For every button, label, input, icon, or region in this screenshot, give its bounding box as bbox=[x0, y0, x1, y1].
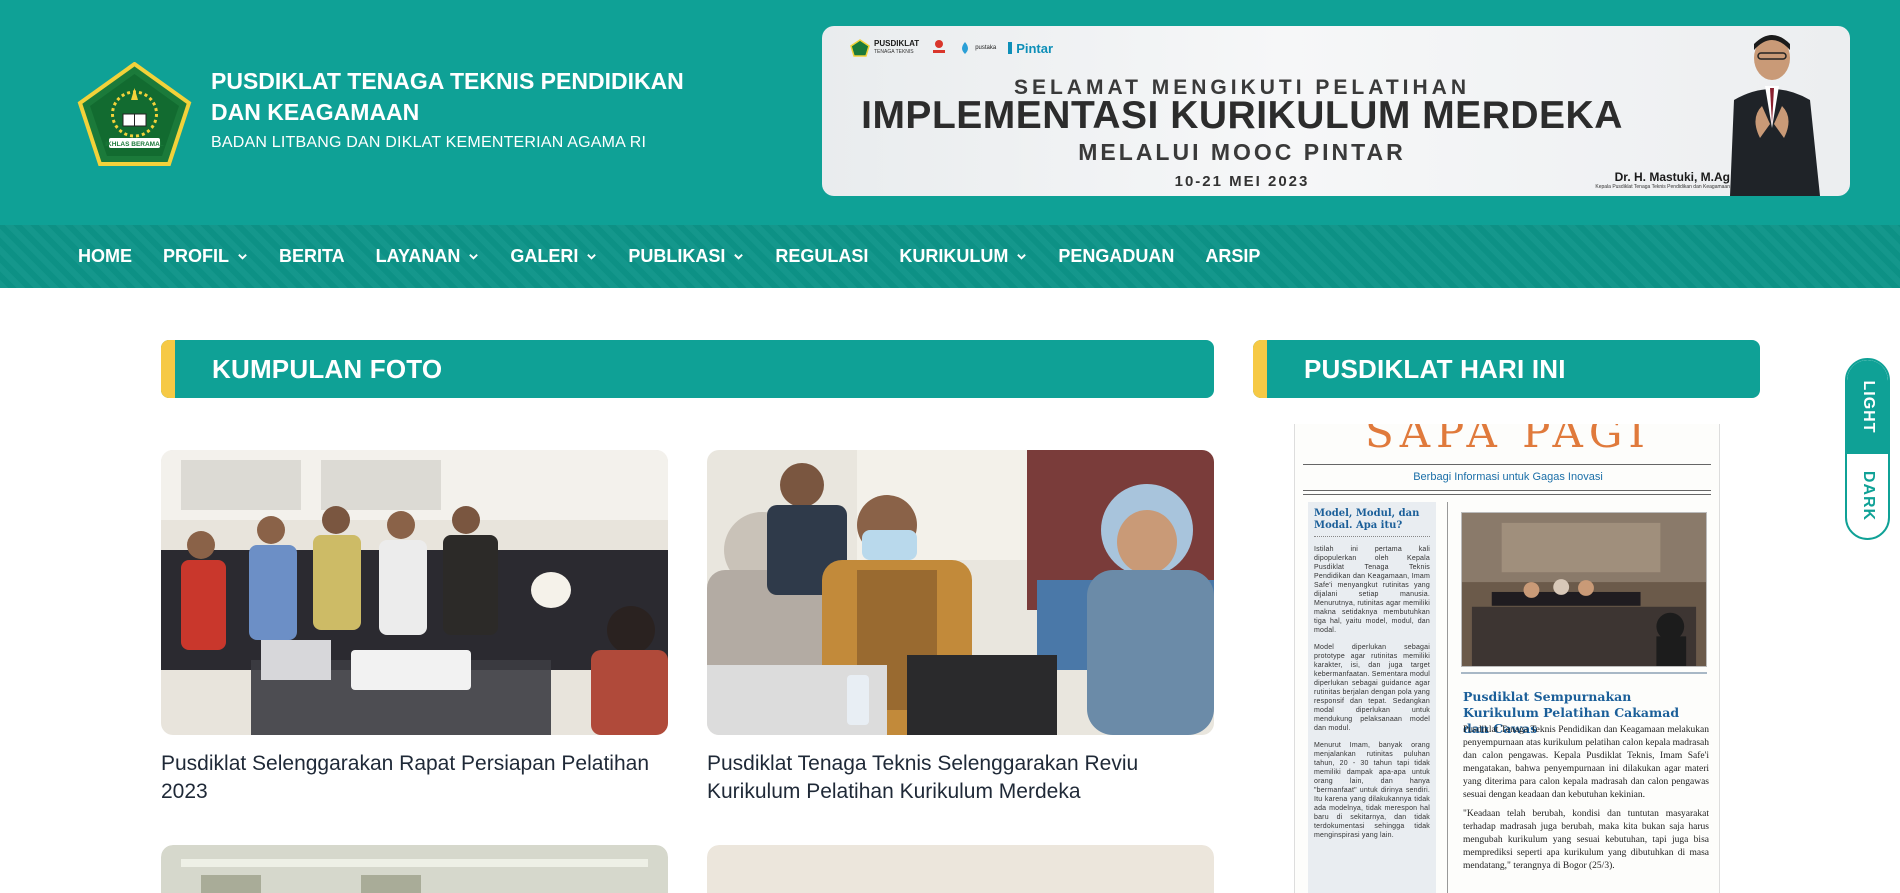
chevron-down-icon bbox=[734, 254, 744, 260]
divider bbox=[1303, 464, 1711, 465]
theme-toggle[interactable]: LIGHT DARK bbox=[1845, 358, 1890, 540]
accent-bar bbox=[1253, 340, 1267, 398]
gallery-photo-review[interactable] bbox=[707, 450, 1214, 735]
sipeka-icon bbox=[933, 40, 946, 53]
gallery-photo-meeting[interactable] bbox=[161, 450, 668, 735]
svg-text:IKHLAS BERAMAL: IKHLAS BERAMAL bbox=[105, 141, 164, 148]
nav-item-profil[interactable]: PROFIL bbox=[163, 246, 248, 267]
banner-date: 10-21 MEI 2023 bbox=[1174, 173, 1310, 190]
accent-bar bbox=[161, 340, 175, 398]
photo-underline bbox=[1461, 672, 1707, 674]
site-subtitle: BADAN LITBANG DAN DIKLAT KEMENTERIAN AGA… bbox=[211, 134, 647, 151]
newsletter-body: Pusdiklat Tenaga Teknis Pendidikan dan K… bbox=[1463, 724, 1709, 873]
gallery-card[interactable]: Pusdiklat Tenaga Teknis Selenggarakan Re… bbox=[707, 450, 1214, 806]
chevron-down-icon bbox=[469, 254, 479, 260]
gallery-card[interactable]: Pusdiklat Selenggarakan Rapat Persiapan … bbox=[161, 450, 668, 806]
gallery-photo[interactable] bbox=[707, 845, 1214, 893]
section-title: KUMPULAN FOTO bbox=[212, 354, 443, 384]
nav-item-galeri[interactable]: GALERI bbox=[510, 246, 597, 267]
nav-item-berita[interactable]: BERITA bbox=[279, 246, 345, 267]
nav-item-arsip[interactable]: ARSIP bbox=[1205, 246, 1260, 267]
newsletter-masthead: SAPA PAGI bbox=[1364, 424, 1652, 457]
nav-item-layanan[interactable]: LAYANAN bbox=[376, 246, 480, 267]
section-header-pusdiklat-hari-ini: PUSDIKLAT HARI INI bbox=[1253, 340, 1760, 398]
divider bbox=[1303, 494, 1711, 495]
banner-logos: PUSDIKLAT TENAGA TEKNIS pustaka Pintar bbox=[850, 38, 1053, 58]
pintar-logo: Pintar bbox=[1008, 41, 1053, 56]
column-paragraph: Menurut Imam, banyak orang menjalankan r… bbox=[1314, 742, 1430, 839]
site-header: IKHLAS BERAMAL PUSDIKLAT TENAGA TEKNIS P… bbox=[0, 0, 1900, 225]
pustaka-icon bbox=[962, 42, 969, 54]
nav-item-home[interactable]: HOME bbox=[78, 246, 132, 267]
body-paragraph: "Keadaan telah berubah, kondisi dan tunt… bbox=[1463, 809, 1709, 871]
column-heading: Model, Modul, dan Modal. Apa itu? bbox=[1314, 508, 1420, 531]
main-nav: HOME PROFIL BERITA LAYANAN GALERI PUBLIK… bbox=[0, 225, 1900, 288]
nav-item-publikasi[interactable]: PUBLIKASI bbox=[628, 246, 744, 267]
body-paragraph: Pusdiklat Tenaga Teknis Pendidikan dan K… bbox=[1463, 725, 1709, 800]
gallery-card[interactable] bbox=[707, 845, 1214, 893]
banner-line-3: MELALUI MOOC PINTAR bbox=[1078, 139, 1406, 165]
nav-item-pengaduan[interactable]: PENGADUAN bbox=[1058, 246, 1174, 267]
gallery-photo[interactable] bbox=[161, 845, 668, 893]
gallery-caption[interactable]: Pusdiklat Selenggarakan Rapat Persiapan … bbox=[161, 750, 668, 806]
chevron-down-icon bbox=[1017, 254, 1027, 260]
kemenag-logo-icon[interactable]: IKHLAS BERAMAL bbox=[77, 62, 192, 166]
person-portrait-image bbox=[1730, 35, 1820, 196]
column-paragraph: Istilah ini pertama kali dipopulerkan ol… bbox=[1314, 546, 1430, 634]
pustaka-logo: pustaka bbox=[959, 41, 996, 55]
chevron-down-icon bbox=[238, 254, 247, 260]
promo-banner[interactable]: PUSDIKLAT TENAGA TEKNIS pustaka Pintar SE… bbox=[822, 26, 1850, 196]
kemenag-small-icon bbox=[850, 39, 870, 57]
column-paragraph: Model diperlukan sebagai prototype agar … bbox=[1314, 644, 1430, 732]
newsletter-preview[interactable]: SAPA PAGI Berbagi Informasi untuk Gagas … bbox=[1294, 424, 1720, 893]
gallery-caption[interactable]: Pusdiklat Tenaga Teknis Selenggarakan Re… bbox=[707, 750, 1214, 806]
nav-item-kurikulum[interactable]: KURIKULUM bbox=[899, 246, 1027, 267]
banner-headline: IMPLEMENTASI KURIKULUM MERDEKA bbox=[861, 94, 1623, 137]
light-mode-button[interactable]: LIGHT bbox=[1847, 360, 1888, 454]
section-title: PUSDIKLAT HARI INI bbox=[1304, 354, 1566, 384]
chevron-down-icon bbox=[587, 254, 597, 260]
nav-item-regulasi[interactable]: REGULASI bbox=[775, 246, 868, 267]
column-divider bbox=[1447, 502, 1448, 893]
site-title[interactable]: PUSDIKLAT TENAGA TEKNIS PENDIDIKAN DAN K… bbox=[211, 66, 731, 128]
dark-mode-button[interactable]: DARK bbox=[1847, 454, 1888, 538]
newsletter-sidebar-column: Model, Modul, dan Modal. Apa itu? Istila… bbox=[1308, 502, 1436, 893]
newsletter-photo bbox=[1461, 512, 1707, 667]
pusdiklat-logo: PUSDIKLAT TENAGA TEKNIS bbox=[850, 39, 919, 57]
sipeka-logo bbox=[931, 38, 947, 58]
gallery-card[interactable] bbox=[161, 845, 668, 893]
divider bbox=[1303, 490, 1711, 491]
section-header-kumpulan-foto: KUMPULAN FOTO bbox=[161, 340, 1214, 398]
newsletter-tagline: Berbagi Informasi untuk Gagas Inovasi bbox=[1413, 471, 1603, 483]
